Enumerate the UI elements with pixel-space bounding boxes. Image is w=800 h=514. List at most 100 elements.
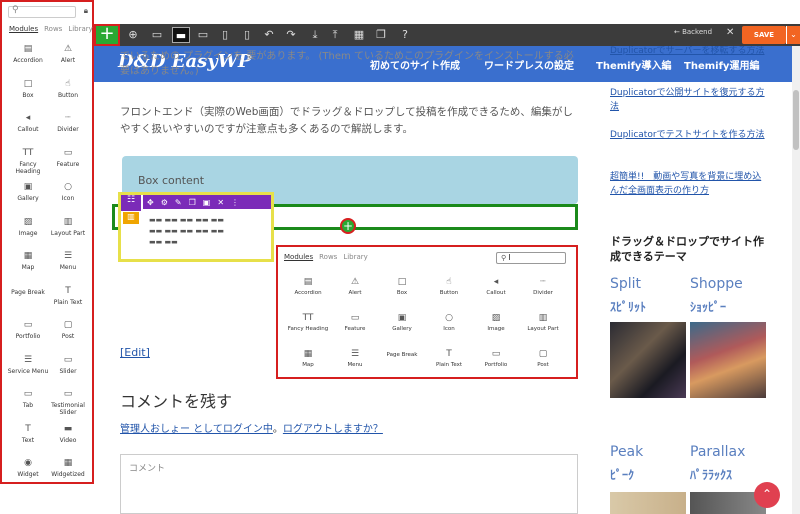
- desktop-active-icon[interactable]: ▬: [172, 27, 190, 43]
- theme-shoppe-title[interactable]: Shoppe: [690, 276, 743, 292]
- side-module-menu[interactable]: ☰ Menu: [46, 251, 90, 271]
- undo-icon[interactable]: ↶: [260, 27, 278, 43]
- popup-module-map[interactable]: ▦ Map: [284, 349, 332, 369]
- redo-icon[interactable]: ↷: [282, 27, 300, 43]
- lock-icon[interactable]: 🔒︎: [84, 6, 88, 16]
- popup-module-accordion[interactable]: ▤ Accordion: [284, 277, 332, 297]
- side-module-button[interactable]: ☝ Button: [46, 79, 90, 99]
- popup-module-gallery[interactable]: ▣ Gallery: [378, 313, 426, 333]
- side-module-tab[interactable]: ▭ Tab: [6, 389, 50, 409]
- scrollbar-thumb[interactable]: [793, 90, 799, 150]
- tablet-landscape-icon[interactable]: ▭: [194, 27, 212, 43]
- export-icon[interactable]: ⤒: [326, 27, 344, 43]
- side-module-feature[interactable]: ▭ Feature: [46, 148, 90, 168]
- theme-peak-thumbnail[interactable]: [610, 492, 686, 514]
- column-grid-options[interactable]: ▬▬ ▬▬ ▬▬ ▬▬ ▬▬ ▬▬ ▬▬ ▬▬ ▬▬ ▬▬ ▬▬ ▬▬: [149, 215, 269, 248]
- duplicate-row-icon[interactable]: ❐: [189, 198, 196, 207]
- popup-module-menu[interactable]: ☰ Menu: [331, 349, 379, 369]
- duplicate-icon[interactable]: ❐: [372, 27, 390, 43]
- side-module-service-menu[interactable]: ☰ Service Menu: [6, 355, 50, 375]
- popup-search-input[interactable]: ⚲ I: [496, 252, 566, 264]
- popup-module-box[interactable]: □ Box: [378, 277, 426, 297]
- row-grid-handle-icon[interactable]: ☷: [121, 195, 141, 211]
- add-row-plus-icon[interactable]: +: [340, 218, 356, 234]
- side-module-gallery[interactable]: ▣ Gallery: [6, 182, 50, 202]
- side-module-layout-part[interactable]: ▥ Layout Part: [46, 217, 90, 237]
- side-module-box[interactable]: □ Box: [6, 79, 50, 99]
- theme-parallax-jp[interactable]: ﾊﾟﾗﾗｯｸｽ: [690, 466, 732, 483]
- side-module-testimonial-slider[interactable]: ▭ Testimonial Slider: [46, 389, 90, 416]
- side-module-page-break[interactable]: Page Break: [6, 286, 50, 296]
- popup-module-button[interactable]: ☝ Button: [425, 277, 473, 297]
- theme-shoppe-thumbnail[interactable]: [690, 322, 766, 398]
- side-module-video[interactable]: ▬ Video: [46, 424, 90, 444]
- side-module-widget[interactable]: ◉ Widget: [6, 458, 50, 478]
- popup-module-callout[interactable]: ◂ Callout: [472, 277, 520, 297]
- side-tab-library[interactable]: Library: [68, 25, 92, 33]
- grid-row-1[interactable]: ▬▬ ▬▬ ▬▬ ▬▬ ▬▬: [149, 215, 269, 226]
- help-icon[interactable]: ?: [396, 27, 414, 43]
- popup-module-feature[interactable]: ▭ Feature: [331, 313, 379, 333]
- close-icon[interactable]: ✕: [726, 27, 734, 38]
- mobile-icon[interactable]: ▯: [238, 27, 256, 43]
- side-module-divider[interactable]: ┈ Divider: [46, 113, 90, 133]
- row-delete-icon[interactable]: ▥: [123, 212, 139, 224]
- grid-row-2[interactable]: ▬▬ ▬▬ ▬▬ ▬▬ ▬▬: [149, 226, 269, 237]
- popup-module-layout-part[interactable]: ▥ Layout Part: [519, 313, 567, 333]
- side-module-accordion[interactable]: ▤ Accordion: [6, 44, 50, 64]
- theme-split-title[interactable]: Split: [610, 276, 641, 292]
- styling-brush-icon[interactable]: ✎: [175, 198, 182, 207]
- side-module-fancy-heading[interactable]: TT Fancy Heading: [6, 148, 50, 175]
- theme-peak-title[interactable]: Peak: [610, 444, 643, 460]
- move-icon[interactable]: ✥: [147, 198, 154, 207]
- popup-module-icon[interactable]: ○ Icon: [425, 313, 473, 333]
- side-search-input[interactable]: ⚲: [8, 5, 76, 18]
- popup-module-post[interactable]: ▢ Post: [519, 349, 567, 369]
- popup-module-portfolio[interactable]: ▭ Portfolio: [472, 349, 520, 369]
- settings-gear-icon[interactable]: ⚙: [161, 198, 168, 207]
- desktop-view-icon[interactable]: ▭: [148, 27, 166, 43]
- delete-row-icon[interactable]: ✕: [217, 198, 224, 207]
- comment-textarea[interactable]: コメント: [120, 454, 578, 514]
- profile-link[interactable]: 管理人おしょー としてログイン中: [120, 424, 273, 435]
- side-module-widgetized[interactable]: ▦ Widgetized: [46, 458, 90, 478]
- save-options-chevron-icon[interactable]: ⌄: [786, 26, 800, 44]
- grid-row-3[interactable]: ▬▬ ▬▬: [149, 237, 269, 248]
- popup-tab-modules[interactable]: Modules: [284, 253, 313, 261]
- sidebar-link-fullscreen-bg[interactable]: 超簡単!! 動画や写真を背景に埋め込んだ全画面表示の作り方: [610, 170, 766, 198]
- backend-link[interactable]: ← Backend: [674, 28, 712, 36]
- popup-module-alert[interactable]: ⚠ Alert: [331, 277, 379, 297]
- side-module-plain-text[interactable]: T Plain Text: [46, 286, 90, 306]
- side-tab-rows[interactable]: Rows: [44, 25, 62, 33]
- side-module-map[interactable]: ▦ Map: [6, 251, 50, 271]
- nav-item-themify-ops[interactable]: Themify運用編: [684, 57, 759, 72]
- side-module-alert[interactable]: ⚠ Alert: [46, 44, 90, 64]
- sidebar-link-duplicator-test[interactable]: Duplicatorでテストサイトを作る方法: [610, 128, 766, 142]
- more-icon[interactable]: ⋮: [231, 198, 239, 207]
- popup-module-divider[interactable]: ┈ Divider: [519, 277, 567, 297]
- side-tab-modules[interactable]: Modules: [9, 25, 38, 33]
- theme-split-jp[interactable]: ｽﾋﾟﾘｯﾄ: [610, 298, 646, 315]
- popup-module-image[interactable]: ▨ Image: [472, 313, 520, 333]
- theme-parallax-title[interactable]: Parallax: [690, 444, 745, 460]
- import-icon[interactable]: ⤓: [306, 27, 324, 43]
- side-module-text[interactable]: T Text: [6, 424, 50, 444]
- side-module-callout[interactable]: ◂ Callout: [6, 113, 50, 133]
- side-module-portfolio[interactable]: ▭ Portfolio: [6, 320, 50, 340]
- theme-peak-jp[interactable]: ﾋﾟｰｸ: [610, 466, 634, 483]
- save-row-icon[interactable]: ▣: [203, 198, 211, 207]
- side-module-image[interactable]: ▨ Image: [6, 217, 50, 237]
- side-module-icon[interactable]: ○ Icon: [46, 182, 90, 202]
- logout-link[interactable]: ログアウトしますか？: [283, 424, 383, 435]
- nav-item-themify-intro[interactable]: Themify導入編: [596, 57, 671, 72]
- add-module-button[interactable]: +: [94, 24, 120, 46]
- edit-link[interactable]: [Edit]: [120, 346, 150, 359]
- theme-shoppe-jp[interactable]: ｼｮｯﾋﾟｰ: [690, 298, 726, 315]
- side-module-slider[interactable]: ▭ Slider: [46, 355, 90, 375]
- back-to-top-chevron-icon[interactable]: ⌃: [754, 482, 780, 508]
- zoom-icon[interactable]: ⊕: [124, 27, 142, 43]
- popup-module-plain-text[interactable]: T Plain Text: [425, 349, 473, 369]
- popup-tab-rows[interactable]: Rows: [319, 253, 337, 261]
- sidebar-link-duplicator-restore[interactable]: Duplicatorで公開サイトを復元する方法: [610, 86, 766, 114]
- sidebar-link-duplicator-move[interactable]: Duplicatorでサーバーを移転する方法: [610, 44, 766, 58]
